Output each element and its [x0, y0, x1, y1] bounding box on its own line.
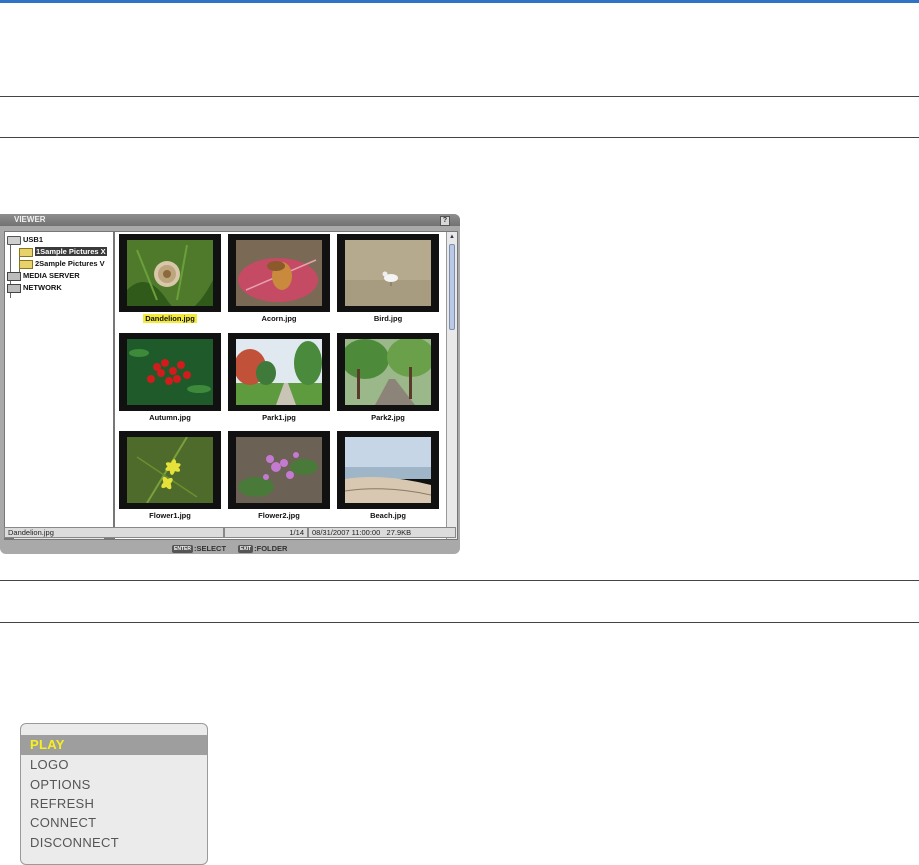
thumbnail-frame	[228, 234, 330, 312]
tree-item-media-server[interactable]: MEDIA SERVER	[7, 271, 80, 281]
thumbnail-frame	[119, 333, 221, 411]
thumbnail-item[interactable]: Beach.jpg	[335, 431, 441, 526]
help-button[interactable]: ?	[440, 216, 450, 226]
menu-item-logo[interactable]: LOGO	[21, 755, 207, 775]
thumbnail-item[interactable]: Dandelion.jpg	[117, 234, 223, 329]
folder-tree: USB1 1Sample Pictures X 2Sample Pictures…	[4, 231, 114, 540]
thumbnail-item[interactable]: Bird.jpg	[335, 234, 441, 329]
thumbnail-grid: Dandelion.jpg Acorn.jpg Bird.jpg Autumn.…	[114, 231, 458, 540]
network-icon	[7, 283, 21, 293]
divider-line	[0, 622, 919, 623]
thumbnail-frame	[337, 431, 439, 509]
dandelion-image	[127, 240, 213, 306]
enter-key-icon: ENTER	[172, 545, 193, 554]
tree-item-usb1[interactable]: USB1	[7, 235, 43, 245]
scroll-up-icon[interactable]: ▲	[447, 232, 457, 242]
park2-image	[345, 339, 431, 405]
hint-select: ENTER:SELECT	[172, 544, 227, 554]
divider-line	[0, 580, 919, 581]
thumbnail-item[interactable]: Flower1.jpg	[117, 431, 223, 526]
thumbnail-caption: Dandelion.jpg	[143, 314, 197, 323]
scroll-thumb[interactable]	[449, 244, 455, 330]
menu-item-disconnect[interactable]: DISCONNECT	[21, 833, 207, 853]
flower2-image	[236, 437, 322, 503]
thumbnail-caption: Park2.jpg	[371, 413, 405, 422]
flower1-image	[127, 437, 213, 503]
thumbnail-caption: Bird.jpg	[373, 314, 403, 323]
top-accent-bar	[0, 0, 919, 3]
thumbnail-frame	[119, 431, 221, 509]
thumbnail-frame	[119, 234, 221, 312]
thumbnail-caption: Acorn.jpg	[261, 314, 297, 323]
bird-image	[345, 240, 431, 306]
status-size: 27.9KB	[386, 528, 412, 537]
status-position: 1/14	[224, 527, 308, 538]
thumbnail-frame	[228, 431, 330, 509]
viewer-title: VIEWER	[0, 214, 460, 226]
thumbnail-caption: Autumn.jpg	[149, 413, 191, 422]
grid-vertical-scrollbar[interactable]: ▲ ▼	[446, 232, 457, 539]
divider-line	[0, 137, 919, 138]
menu-item-connect[interactable]: CONNECT	[21, 813, 207, 833]
tree-item-folder-1[interactable]: 1Sample Pictures X	[19, 247, 107, 257]
exit-key-icon: EXIT	[238, 545, 254, 554]
status-datetime: 08/31/2007 11:00:00	[312, 528, 381, 537]
tree-item-folder-2[interactable]: 2Sample Pictures V	[19, 259, 105, 269]
autumn-berries-image	[127, 339, 213, 405]
folder-icon	[19, 259, 33, 269]
server-icon	[7, 271, 21, 281]
thumbnail-item[interactable]: Flower2.jpg	[226, 431, 332, 526]
thumbnail-frame	[337, 333, 439, 411]
menu-item-play[interactable]: PLAY	[21, 735, 207, 755]
thumbnail-caption: Flower2.jpg	[258, 511, 300, 520]
thumbnail-item[interactable]: Acorn.jpg	[226, 234, 332, 329]
context-menu: PLAY LOGO OPTIONS REFRESH CONNECT DISCON…	[20, 723, 208, 865]
menu-item-refresh[interactable]: REFRESH	[21, 794, 207, 814]
thumbnail-frame	[337, 234, 439, 312]
thumbnail-caption: Flower1.jpg	[149, 511, 191, 520]
park1-image	[236, 339, 322, 405]
thumbnail-item[interactable]: Autumn.jpg	[117, 333, 223, 428]
drive-icon	[7, 235, 21, 245]
thumbnail-frame	[228, 333, 330, 411]
menu-item-options[interactable]: OPTIONS	[21, 775, 207, 795]
beach-image	[345, 437, 431, 503]
divider-line	[0, 96, 919, 97]
thumbnail-caption: Beach.jpg	[370, 511, 406, 520]
thumbnail-item[interactable]: Park2.jpg	[335, 333, 441, 428]
tree-item-network[interactable]: NETWORK	[7, 283, 62, 293]
acorn-image	[236, 240, 322, 306]
status-filename: Dandelion.jpg	[4, 527, 224, 538]
thumbnail-item[interactable]: Park1.jpg	[226, 333, 332, 428]
status-file-info: 08/31/2007 11:00:00 27.9KB	[308, 527, 456, 538]
key-hints: ENTER:SELECT EXIT:FOLDER	[0, 543, 460, 554]
hint-folder: EXIT:FOLDER	[238, 544, 288, 554]
folder-icon	[19, 247, 33, 257]
thumbnail-caption: Park1.jpg	[262, 413, 296, 422]
viewer-window: VIEWER ? USB1 1Sample Pictures X 2Sample…	[0, 214, 460, 554]
